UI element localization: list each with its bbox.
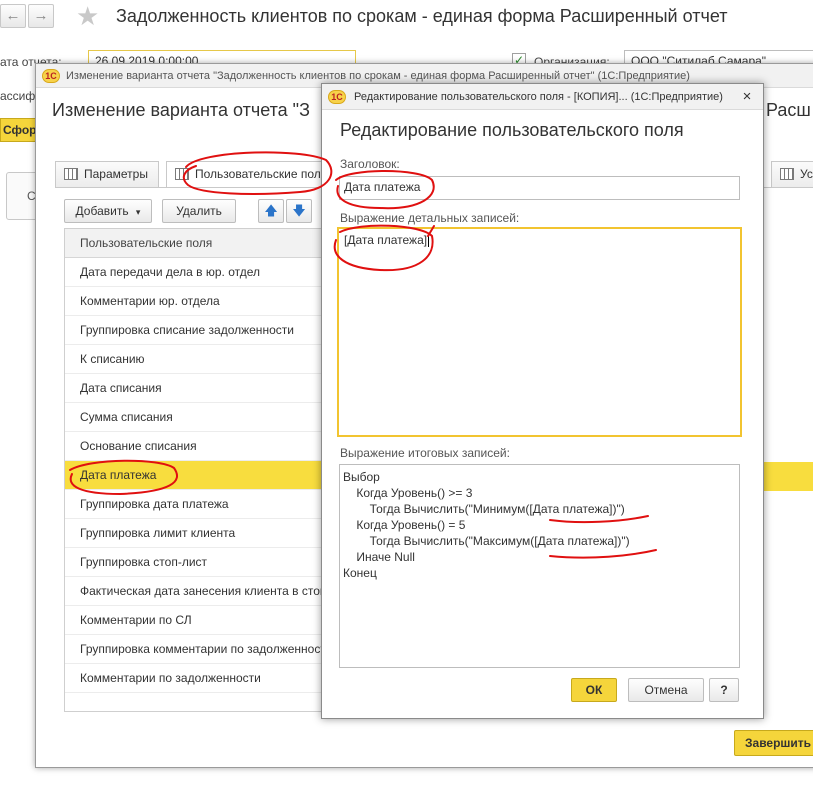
code-line: Тогда Вычислить("Максимум([Дата платежа]… [343,534,630,548]
variant-heading: Изменение варианта отчета "З [52,100,310,120]
delete-button[interactable]: Удалить [162,199,236,223]
table-row[interactable]: Группировка дата платежа [65,490,325,519]
tab-user-fields[interactable]: Пользовательские поля [166,161,326,188]
close-icon[interactable]: × [736,86,758,108]
1c-logo-icon: 1С [42,69,60,83]
tab-conditions-label: Усл [800,167,813,181]
code-line: Конец [343,566,377,580]
add-button[interactable]: Добавить ▾ [64,199,152,223]
table-row[interactable]: Фактическая дата занесения клиента в сто… [65,577,325,606]
back-button[interactable]: ← [0,4,26,28]
table-row[interactable]: Сумма списания [65,403,325,432]
help-button[interactable]: ? [709,678,739,702]
title-label: Заголовок: [340,157,400,171]
add-button-label: Добавить [75,204,129,218]
table-row[interactable]: Группировка списание задолженности [65,316,325,345]
move-up-arrow-icon[interactable]: 🡅 [258,199,284,223]
user-fields-table: Пользовательские поля Дата передачи дела… [64,228,326,712]
code-line: Выбор [343,470,380,484]
cancel-button[interactable]: Отмена [628,678,704,702]
variant-window-title: Изменение варианта отчета "Задолженность… [66,70,690,82]
detail-expression-textarea[interactable]: [Дата платежа] [337,227,742,437]
tab-parameters[interactable]: Параметры [55,161,159,187]
table-row[interactable]: Комментарии по СЛ [65,606,325,635]
tab-user-fields-label: Пользовательские поля [195,167,326,181]
text-cursor [428,233,430,247]
title-input[interactable]: Дата платежа [339,176,740,200]
table-icon [780,168,794,180]
forward-button[interactable]: → [28,4,54,28]
table-body: Дата передачи дела в юр. отдел Комментари… [65,258,325,693]
page-title: Задолженность клиентов по срокам - едина… [116,6,728,26]
tab-parameters-label: Параметры [84,167,148,181]
finish-button[interactable]: Завершить [734,730,813,756]
edit-dialog-titlebar: 1С Редактирование пользовательского поля… [322,84,763,110]
detail-expression-text: [Дата платежа] [344,233,428,247]
code-line: Тогда Вычислить("Минимум([Дата платежа])… [343,502,625,516]
nav-buttons: ← → [0,0,60,32]
move-down-arrow-icon[interactable]: 🡇 [286,199,312,223]
table-row[interactable]: Основание списания [65,432,325,461]
ok-button[interactable]: ОК [571,678,617,702]
classifier-label: ассиф [0,89,36,103]
tab-conditions[interactable]: Усл [771,161,813,187]
table-row[interactable]: Дата платежа [65,461,325,490]
edit-user-field-dialog: 1С Редактирование пользовательского поля… [321,83,764,719]
table-row[interactable]: К списанию [65,345,325,374]
1c-logo-icon: 1С [328,90,346,104]
table-row[interactable]: Группировка стоп-лист [65,548,325,577]
code-line: Когда Уровень() = 5 [343,518,466,532]
table-row[interactable]: Дата передачи дела в юр. отдел [65,258,325,287]
table-row[interactable]: Комментарии юр. отдела [65,287,325,316]
table-header: Пользовательские поля [65,229,325,258]
table-row[interactable]: Дата списания [65,374,325,403]
table-row[interactable]: Группировка комментарии по задолженности [65,635,325,664]
table-icon [64,168,78,180]
edit-dialog-title: Редактирование пользовательского поля - … [354,91,723,103]
table-row[interactable]: Комментарии по задолженности [65,664,325,693]
generate-report-button[interactable]: Сфор [0,118,40,142]
total-expression-textarea[interactable]: Выбор Когда Уровень() >= 3 Тогда Вычисли… [339,464,740,668]
code-line: Когда Уровень() >= 3 [343,486,473,500]
table-icon [175,168,189,180]
variant-heading-tail: Расш [766,100,811,120]
total-expression-lines: Выбор Когда Уровень() >= 3 Тогда Вычисли… [343,469,736,581]
favorite-star-icon[interactable]: ★ [76,3,99,29]
total-expression-label: Выражение итоговых записей: [340,446,510,460]
code-line: Иначе Null [343,550,415,564]
detail-expression-label: Выражение детальных записей: [340,211,520,225]
dialog-heading: Редактирование пользовательского поля [340,120,684,140]
table-row[interactable]: Группировка лимит клиента [65,519,325,548]
chevron-down-icon: ▾ [135,207,141,217]
